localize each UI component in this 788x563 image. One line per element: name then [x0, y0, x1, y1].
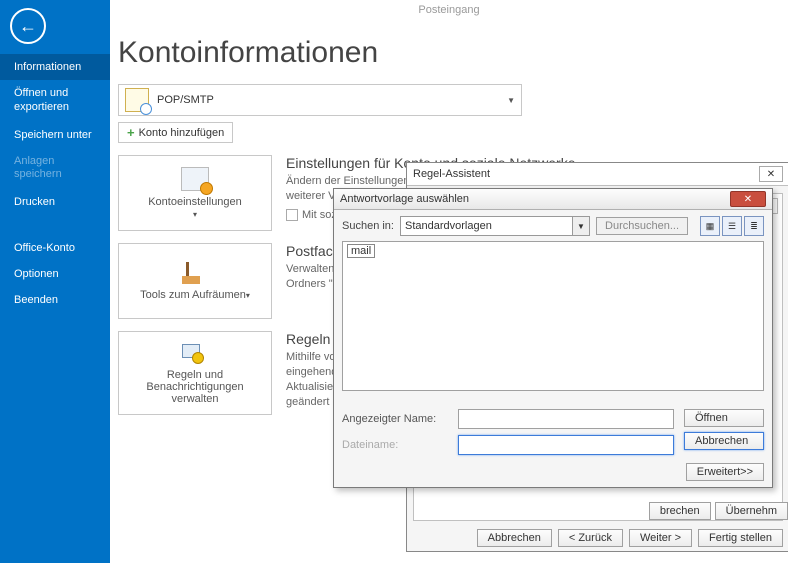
select-template-dialog: Antwortvorlage auswählen ✕ Suchen in: St… — [333, 188, 773, 488]
dialog-footer: Abbrechen < Zurück Weiter > Fertig stell… — [407, 529, 783, 547]
sidebar-item-label: Speichern unter — [14, 129, 92, 141]
open-button[interactable]: Öffnen — [684, 409, 764, 427]
back-button[interactable]: ← — [10, 8, 46, 44]
plus-icon: + — [127, 125, 135, 140]
partial-button-strip: brechen Übernehm — [649, 502, 788, 520]
sidebar-item-label: Anlagen speichern — [14, 155, 62, 181]
view-large-icon[interactable]: ▦ — [700, 216, 720, 236]
close-icon[interactable]: ✕ — [759, 166, 783, 182]
finish-button[interactable]: Fertig stellen — [698, 529, 783, 547]
close-icon[interactable]: ✕ — [730, 191, 766, 207]
sidebar-item-office-account[interactable]: Office-Konto — [0, 235, 110, 261]
file-item-mail[interactable]: mail — [347, 244, 375, 258]
sidebar-item-save-attachments: Anlagen speichern — [0, 148, 110, 190]
view-details-icon[interactable]: ≣ — [744, 216, 764, 236]
window-title-bar: Posteingang — [110, 0, 788, 24]
cleanup-icon — [182, 262, 208, 284]
sidebar-item-label: Office-Konto — [14, 242, 75, 254]
display-name-input[interactable] — [458, 409, 674, 429]
sidebar-item-label: Optionen — [14, 268, 59, 280]
option-box-label: Kontoeinstellungen — [148, 196, 242, 208]
sidebar-item-label: Drucken — [14, 196, 55, 208]
account-icon — [125, 88, 149, 112]
dialog-toolbar: Suchen in: Standardvorlagen ▼ Durchsuche… — [334, 210, 772, 242]
dialog-title: Regel-Assistent — [413, 168, 490, 180]
browse-button: Durchsuchen... — [596, 217, 688, 235]
cancel-button[interactable]: Abbrechen — [477, 529, 552, 547]
sidebar-item-print[interactable]: Drucken — [0, 189, 110, 215]
sidebar-item-exit[interactable]: Beenden — [0, 287, 110, 313]
view-list-icon[interactable]: ☰ — [722, 216, 742, 236]
option-box-label: Tools zum Aufräumen — [140, 289, 246, 301]
chevron-down-icon: ▼ — [507, 96, 515, 105]
cleanup-tools-button[interactable]: Tools zum Aufräumen▾ — [118, 243, 272, 319]
account-settings-button[interactable]: Kontoeinstellungen ▾ — [118, 155, 272, 231]
back-button[interactable]: < Zurück — [558, 529, 623, 547]
chevron-down-icon: ▾ — [246, 291, 250, 300]
search-in-label: Suchen in: — [342, 220, 394, 232]
account-settings-icon — [181, 167, 209, 191]
chevron-down-icon: ▼ — [572, 217, 589, 235]
cancel-button-partial[interactable]: brechen — [649, 502, 711, 520]
dialog-titlebar: Antwortvorlage auswählen ✕ — [334, 189, 772, 210]
display-name-label: Angezeigter Name: — [342, 413, 450, 425]
filename-input[interactable] — [458, 435, 674, 455]
cancel-button[interactable]: Abbrechen — [684, 432, 764, 450]
sidebar-item-options[interactable]: Optionen — [0, 261, 110, 287]
sidebar-item-information[interactable]: Informationen — [0, 54, 110, 80]
filename-label: Dateiname: — [342, 439, 450, 451]
search-in-value: Standardvorlagen — [405, 220, 492, 232]
next-button[interactable]: Weiter > — [629, 529, 692, 547]
add-account-button[interactable]: + Konto hinzufügen — [118, 122, 233, 143]
dialog-titlebar: Regel-Assistent ✕ — [407, 163, 788, 186]
option-box-label: Regeln und Benachrichtigungen verwalten — [125, 369, 265, 405]
backstage-sidebar: ← Informationen Öffnen und exportieren S… — [0, 0, 110, 563]
sidebar-item-label: Beenden — [14, 294, 58, 306]
search-in-select[interactable]: Standardvorlagen ▼ — [400, 216, 590, 236]
sidebar-item-label: Öffnen und exportieren — [14, 87, 69, 113]
window-title: Posteingang — [418, 4, 479, 16]
add-account-label: Konto hinzufügen — [139, 127, 225, 139]
chevron-down-icon: ▾ — [193, 210, 197, 219]
social-checkbox[interactable] — [286, 209, 298, 221]
page-title: Kontoinformationen — [118, 36, 788, 70]
advanced-button[interactable]: Erweitert>> — [686, 463, 764, 481]
sidebar-item-open-export[interactable]: Öffnen und exportieren — [0, 80, 110, 122]
arrow-left-icon: ← — [19, 17, 37, 35]
rules-button[interactable]: Regeln und Benachrichtigungen verwalten — [118, 331, 272, 415]
account-select[interactable]: POP/SMTP ▼ — [118, 84, 522, 116]
file-list[interactable]: mail — [342, 241, 764, 391]
rules-icon — [182, 342, 208, 364]
sidebar-item-save-as[interactable]: Speichern unter — [0, 122, 110, 148]
apply-button-partial[interactable]: Übernehm — [715, 502, 788, 520]
account-type: POP/SMTP — [157, 94, 214, 106]
dialog-title: Antwortvorlage auswählen — [340, 193, 469, 205]
sidebar-item-label: Informationen — [14, 61, 81, 73]
